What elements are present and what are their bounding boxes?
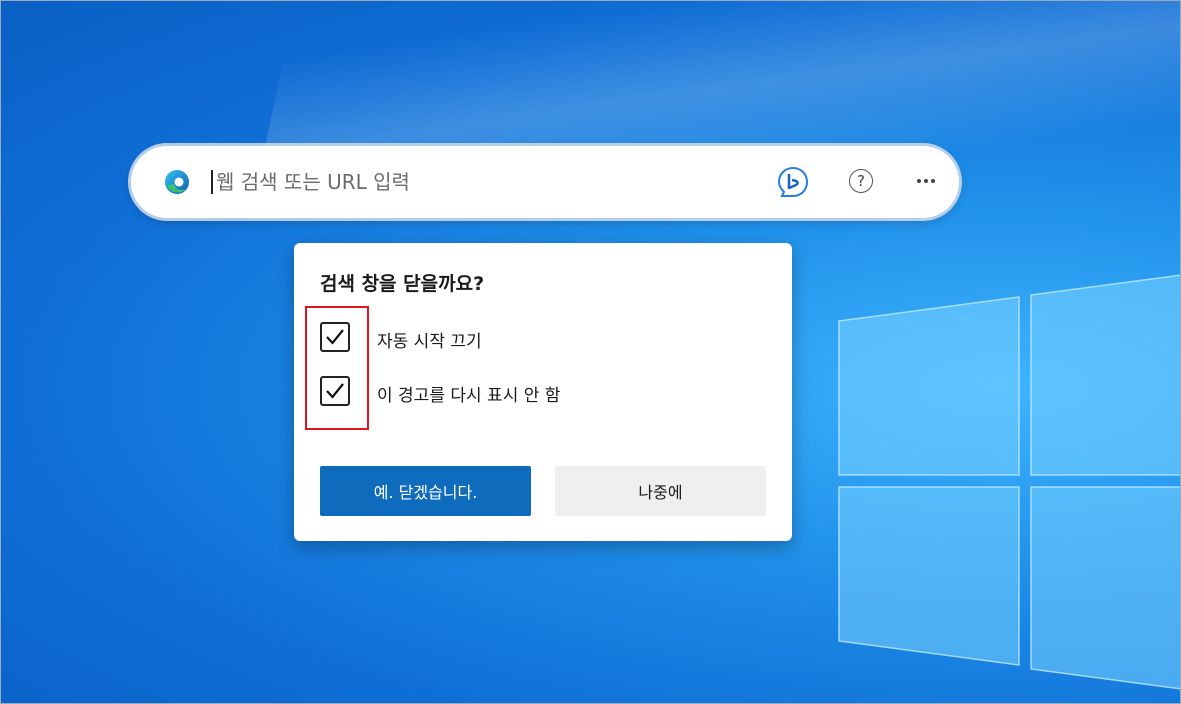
edge-browser-icon[interactable] [164,169,190,195]
close-search-dialog: 검색 창을 닫을까요? 자동 시작 끄기 이 경고를 다시 표시 안 함 예. … [294,243,792,541]
help-symbol: ? [857,172,865,190]
dialog-title: 검색 창을 닫을까요? [320,273,485,295]
later-button[interactable]: 나중에 [555,466,766,516]
more-dot [917,179,921,183]
option-dont-show-again[interactable]: 이 경고를 다시 표시 안 함 [320,376,760,408]
bing-chat-icon[interactable] [776,165,810,199]
search-input[interactable] [211,164,736,200]
more-dot [931,179,935,183]
more-options-icon[interactable] [911,168,941,194]
checkmark-icon [326,383,344,399]
text-caret [211,170,213,194]
checkbox-dont-show-again[interactable] [320,376,350,406]
help-icon[interactable]: ? [849,169,873,193]
checkbox-disable-autostart[interactable] [320,322,350,352]
checkmark-icon [326,329,344,345]
search-bar: ? [131,146,959,218]
checkbox-label: 이 경고를 다시 표시 안 함 [377,386,561,406]
checkbox-label: 자동 시작 끄기 [377,332,482,352]
more-dot [924,179,928,183]
option-disable-autostart[interactable]: 자동 시작 끄기 [320,322,760,354]
confirm-close-button[interactable]: 예. 닫겠습니다. [320,466,531,516]
